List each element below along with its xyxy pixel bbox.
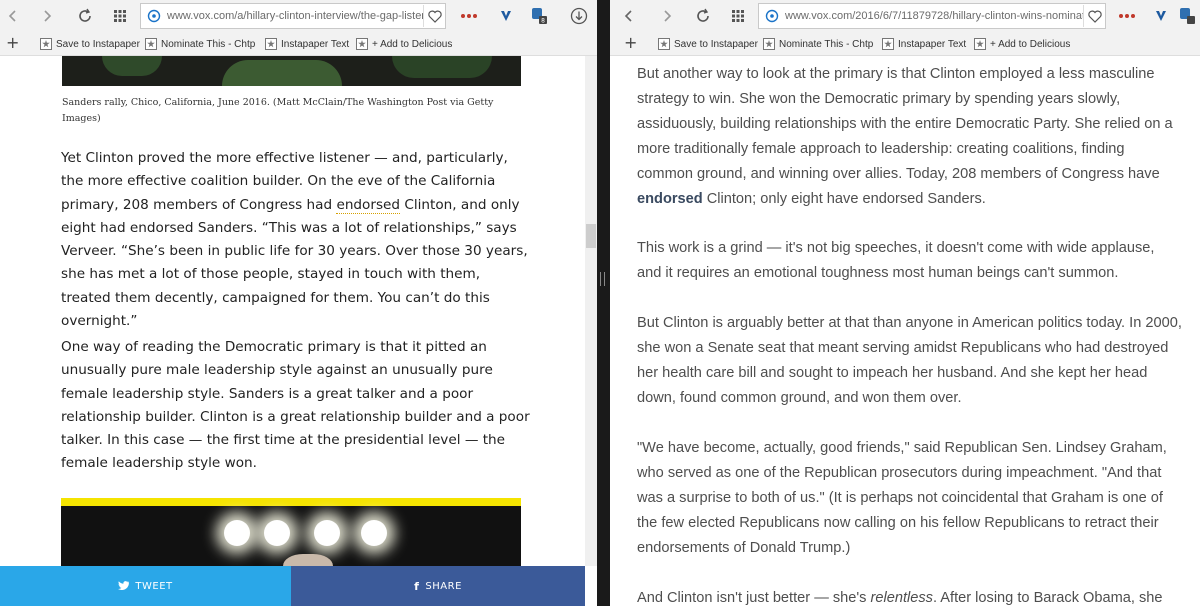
fav-label: + Add to Delicious — [372, 38, 453, 50]
forward-button[interactable] — [36, 5, 58, 27]
article-paragraph-2: One way of reading the Democratic primar… — [61, 339, 530, 472]
bookmark-star-icon — [145, 38, 157, 50]
tweet-label: TWEET — [135, 580, 173, 592]
photo-caption: Sanders rally, Chico, California, June 2… — [62, 97, 494, 124]
article-paragraph-3: But Clinton is arguably better at that t… — [637, 315, 1182, 406]
endorsed-link[interactable]: endorsed — [637, 191, 703, 207]
browser-toolbar: www.vox.com/a/hillary-clinton-interview/… — [0, 0, 597, 32]
address-bar[interactable]: www.vox.com/2016/6/7/11879728/hillary-cl… — [758, 3, 1106, 29]
scrollbar-thumb[interactable] — [586, 224, 596, 248]
refresh-button[interactable] — [74, 5, 96, 27]
fav-label: Nominate This - Chtp — [161, 38, 256, 50]
fav-instapaper-text[interactable]: Instapaper Text — [265, 36, 349, 52]
share-bar: TWEET f SHARE — [0, 566, 585, 606]
article-paragraph-5: And Clinton isn't just better — she's re… — [637, 590, 1163, 606]
fav-add-delicious[interactable]: + Add to Delicious — [974, 36, 1070, 52]
bookmark-star-icon — [763, 38, 775, 50]
emphasis-relentless: relentless — [870, 590, 933, 606]
extension-badge-icon: 8 — [532, 8, 547, 25]
page-icon — [762, 6, 782, 26]
endorsed-link[interactable]: endorsed — [336, 196, 401, 214]
article-photo-rally — [62, 56, 521, 86]
article-paragraph-2: This work is a grind — it's not big spee… — [637, 240, 1155, 281]
page-icon — [144, 6, 164, 26]
forward-button[interactable] — [656, 5, 678, 27]
refresh-button[interactable] — [692, 5, 714, 27]
fav-label: Nominate This - Chtp — [779, 38, 874, 50]
add-favorite-button[interactable]: + — [6, 35, 19, 51]
article-paragraph-1: Yet Clinton proved the more effective li… — [61, 150, 528, 330]
browser-toolbar: www.vox.com/2016/6/7/11879728/hillary-cl… — [610, 0, 1200, 32]
ext-badge-button[interactable] — [1176, 5, 1198, 27]
tabs-grid-button[interactable] — [727, 5, 749, 27]
add-favorite-button[interactable]: + — [624, 35, 637, 51]
extension-dots-icon — [1119, 14, 1135, 18]
back-icon — [624, 10, 632, 22]
fav-label: Instapaper Text — [898, 38, 967, 50]
favorite-heart-button[interactable] — [423, 5, 445, 27]
ext-badge-button[interactable]: 8 — [528, 5, 550, 27]
fav-add-delicious[interactable]: + Add to Delicious — [356, 36, 452, 52]
bookmark-star-icon — [658, 38, 670, 50]
page-scrollbar[interactable] — [585, 56, 597, 566]
split-view-divider[interactable] — [597, 0, 610, 606]
share-label: SHARE — [425, 580, 462, 592]
back-button[interactable] — [618, 5, 640, 27]
svg-text:8: 8 — [541, 18, 545, 25]
back-icon — [8, 10, 16, 22]
fav-label: Save to Instapaper — [56, 38, 140, 50]
fav-instapaper-text[interactable]: Instapaper Text — [882, 36, 966, 52]
ext-dots-button[interactable] — [1116, 5, 1138, 27]
fav-label: Instapaper Text — [281, 38, 350, 50]
forward-icon — [44, 10, 52, 22]
grid-icon — [114, 10, 126, 22]
facebook-f-icon: f — [414, 579, 420, 593]
download-button[interactable] — [568, 5, 590, 27]
fav-save-instapaper[interactable]: Save to Instapaper — [40, 36, 140, 52]
fav-nominate-this[interactable]: Nominate This - Chtp — [763, 36, 873, 52]
address-bar[interactable]: www.vox.com/a/hillary-clinton-interview/… — [140, 3, 446, 29]
tweet-button[interactable]: TWEET — [0, 566, 291, 606]
bookmark-star-icon — [882, 38, 894, 50]
heart-icon — [427, 10, 442, 23]
facebook-share-button[interactable]: f SHARE — [291, 566, 585, 606]
fav-save-instapaper[interactable]: Save to Instapaper — [658, 36, 758, 52]
heart-icon — [1087, 10, 1102, 23]
favorites-bar: + Save to Instapaper Nominate This - Cht… — [0, 32, 597, 56]
bookmark-star-icon — [40, 38, 52, 50]
twitter-bird-icon — [118, 580, 130, 593]
bookmark-star-icon — [265, 38, 277, 50]
download-icon — [570, 7, 588, 25]
forward-icon — [664, 10, 672, 22]
article-paragraph-4: "We have become, actually, good friends,… — [637, 440, 1167, 556]
fav-label: Save to Instapaper — [674, 38, 758, 50]
divider-grip-icon[interactable] — [600, 272, 605, 286]
article-paragraph-1: But another way to look at the primary i… — [637, 66, 1173, 207]
fav-nominate-this[interactable]: Nominate This - Chtp — [145, 36, 255, 52]
ext-v-button[interactable] — [495, 5, 517, 27]
v-logo-icon — [501, 11, 511, 21]
favorite-heart-button[interactable] — [1083, 5, 1105, 27]
url-text: www.vox.com/2016/6/7/11879728/hillary-cl… — [785, 10, 1083, 22]
grid-icon — [732, 10, 744, 22]
ext-v-button[interactable] — [1150, 5, 1172, 27]
article-photo-stage — [61, 498, 521, 568]
extension-badge-icon — [1180, 8, 1195, 24]
v-logo-icon — [1156, 11, 1166, 21]
tabs-grid-button[interactable] — [109, 5, 131, 27]
right-browser-window: www.vox.com/2016/6/7/11879728/hillary-cl… — [610, 0, 1200, 606]
bookmark-star-icon — [356, 38, 368, 50]
refresh-icon — [697, 8, 709, 22]
ext-dots-button[interactable] — [458, 5, 480, 27]
extension-dots-icon — [461, 14, 477, 18]
refresh-icon — [79, 8, 91, 22]
left-browser-window: www.vox.com/a/hillary-clinton-interview/… — [0, 0, 597, 606]
fav-label: + Add to Delicious — [990, 38, 1071, 50]
favorites-bar: + Save to Instapaper Nominate This - Cht… — [610, 32, 1200, 56]
url-text: www.vox.com/a/hillary-clinton-interview/… — [167, 10, 423, 22]
bookmark-star-icon — [974, 38, 986, 50]
back-button[interactable] — [2, 5, 24, 27]
